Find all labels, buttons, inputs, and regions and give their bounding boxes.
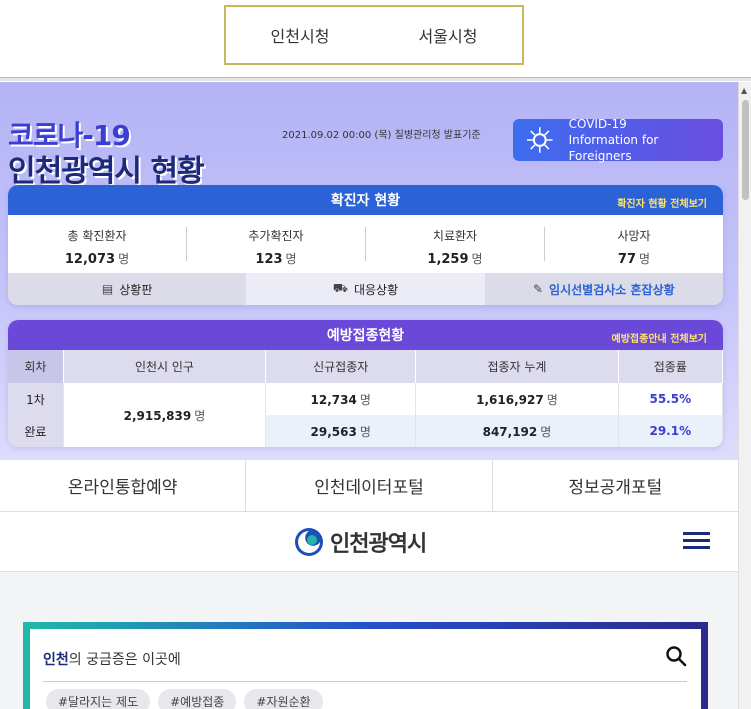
tab-label: 임시선별검사소 혼잡상황 [549,282,675,297]
col-header: 접종자 누계 [415,350,619,383]
scrollbar[interactable]: ▲ [738,82,751,709]
unit: 명 [194,408,206,423]
col-header: 인천시 인구 [63,350,267,383]
clipboard-icon: ▤ [101,282,114,296]
stat-value: 1,259 [427,252,469,267]
stat-total: 총 확진환자 12,073 명 [8,227,187,267]
population-value: 2,915,839 [123,408,192,423]
covid-title-line2: 인천광역시 현황 [8,154,205,189]
unit: 명 [359,392,371,407]
vaccine-more-link[interactable]: 예방접종안내 전체보기 [612,330,707,345]
stat-treatment: 치료환자 1,259 명 [366,227,545,267]
unit: 명 [359,424,371,439]
logo-text: 인천광역시 [330,532,427,557]
search-box: 인천의 궁금증은 이곳에 #달라지는 제도 #예방접종 #자원순환 [23,622,708,709]
pencil-icon: ✎ [532,282,544,296]
confirmed-stats: 총 확진환자 12,073 명 추가확진자 123 명 치료환자 1,259 명 사망… [8,215,723,273]
scroll-up-icon[interactable]: ▲ [741,86,747,95]
menu-icon[interactable] [683,532,710,550]
vaccine-panel: 예방접종현황 예방접종안내 전체보기 회차 인천시 인구 신규접종자 접종자 누… [8,320,723,447]
row-label: 1차 [8,383,64,415]
vaccine-header: 예방접종현황 예방접종안내 전체보기 [8,320,723,350]
new-cell: 12,734 명 [265,383,417,415]
stat-value: 77 [617,252,637,267]
stat-label: 추가확진자 [248,229,304,243]
search-divider [43,681,687,682]
new-value: 29,563 [310,424,357,439]
stat-label: 치료환자 [432,229,478,243]
vaccine-title: 예방접종현황 [326,328,405,344]
covid-date: 2021.09.02 00:00 (목) 질병관리청 발표기준 [282,130,481,141]
incheon-city-link[interactable]: 인천시청 [255,23,346,47]
confirmed-panel: 확진자 현황 확진자 현황 전체보기 총 확진환자 12,073 명 추가확진자 … [8,185,723,305]
new-cell: 29,563 명 [265,415,417,447]
new-value: 12,734 [310,392,357,407]
tab-label: 상황판 [119,282,153,297]
stat-unit: 명 [285,252,297,266]
stat-value: 12,073 [64,252,116,267]
stat-label: 사망자 [617,229,651,243]
confirmed-more-link[interactable]: 확진자 현황 전체보기 [617,195,707,210]
total-cell: 1,616,927 명 [415,383,619,415]
vaccine-header-row: 회차 인천시 인구 신규접종자 접종자 누계 접종률 [8,350,723,383]
total-value: 847,192 [482,424,538,439]
confirmed-tabs: ▤ 상황판 ⛟ 대응상황 ✎ 임시선별검사소 혼잡상황 [8,273,723,305]
incheon-logo-icon [295,528,323,556]
virus-icon [526,127,553,153]
foreigner-info-button[interactable]: COVID-19 Information for Foreigners [513,117,723,163]
total-cell: 847,192 명 [415,415,619,447]
population-cell: 2,915,839 명 [63,383,267,447]
search-tag[interactable]: #달라지는 제도 [46,689,151,709]
quick-link-reservation[interactable]: 온라인통합예약 [0,460,247,511]
search-tag[interactable]: #자원순환 [244,689,323,709]
stat-added: 추가확진자 123 명 [187,227,366,267]
city-select-box: 인천시청 서울시청 [224,5,524,65]
search-title: 인천의 궁금증은 이곳에 [43,649,181,669]
stat-unit: 명 [639,252,651,266]
stat-deaths: 사망자 77 명 [545,227,723,267]
search-icon[interactable] [665,645,687,667]
stat-unit: 명 [471,252,483,266]
stat-value: 123 [255,252,283,267]
city-select-bar: 인천시청 서울시청 [0,0,751,78]
total-value: 1,616,927 [476,392,544,407]
confirmed-header: 확진자 현황 확진자 현황 전체보기 [8,185,723,215]
site-header: 인천광역시 [0,512,738,572]
tab-testing-site[interactable]: ✎ 임시선별검사소 혼잡상황 [484,273,723,305]
rate-cell: 29.1% [618,415,723,447]
quick-link-info-portal[interactable]: 정보공개포털 [493,460,738,511]
row-label: 완료 [8,415,64,447]
confirmed-title: 확진자 현황 [330,193,401,209]
frame-divider [0,77,751,81]
table-row: 1차 2,915,839 명 12,734 명 1,616,927 명 55.5% [8,383,723,447]
car-icon: ⛟ [332,281,348,295]
unit: 명 [540,424,552,439]
stat-unit: 명 [118,252,130,266]
vaccine-table: 회차 인천시 인구 신규접종자 접종자 누계 접종률 1차 2,915,839 명… [8,350,723,447]
col-header: 접종률 [618,350,723,383]
stat-label: 총 확진환자 [67,229,127,243]
embedded-page: 코로나-19 인천광역시 현황 2021.09.02 00:00 (목) 질병관… [0,82,751,709]
unit: 명 [546,392,558,407]
site-logo[interactable]: 인천광역시 [294,526,427,558]
search-inner: 인천의 궁금증은 이곳에 #달라지는 제도 #예방접종 #자원순환 [30,629,701,709]
tab-label: 대응상황 [353,282,399,297]
search-tags: #달라지는 제도 #예방접종 #자원순환 [46,689,323,709]
search-title-rest: 의 궁금증은 이곳에 [68,652,181,668]
scroll-thumb[interactable] [742,100,749,200]
search-tag[interactable]: #예방접종 [158,689,237,709]
covid-section: 코로나-19 인천광역시 현황 2021.09.02 00:00 (목) 질병관… [0,82,738,460]
col-header: 신규접종자 [265,350,417,383]
quick-link-data-portal[interactable]: 인천데이터포털 [246,460,493,511]
foreign-line1: COVID-19 [568,117,627,131]
tab-response[interactable]: ⛟ 대응상황 [246,273,485,305]
quick-links: 온라인통합예약 인천데이터포털 정보공개포털 [0,460,738,512]
tab-dashboard[interactable]: ▤ 상황판 [8,273,247,305]
foreign-line2: Information for Foreigners [568,133,659,163]
col-header: 회차 [8,350,64,383]
search-title-bold: 인천 [43,652,69,668]
search-section: 인천의 궁금증은 이곳에 #달라지는 제도 #예방접종 #자원순환 [0,572,738,709]
seoul-city-link[interactable]: 서울시청 [403,23,494,47]
rate-cell: 55.5% [618,383,723,415]
